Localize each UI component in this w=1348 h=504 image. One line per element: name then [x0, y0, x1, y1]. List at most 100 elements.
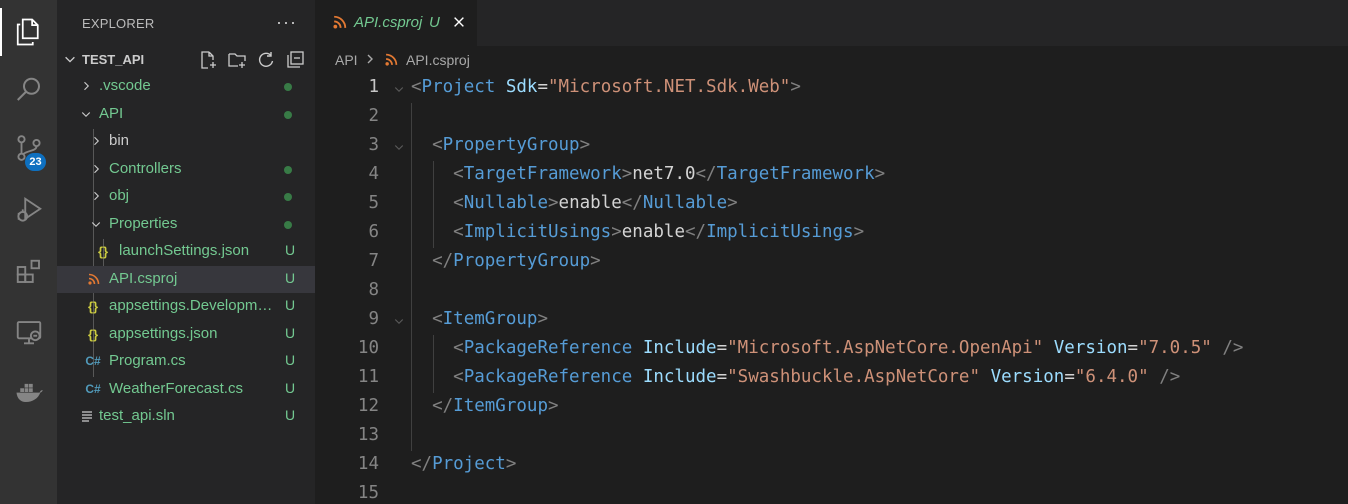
new-file-icon[interactable] [197, 49, 219, 71]
tree-item-label: .vscode [99, 77, 151, 94]
code-line[interactable]: 2 [315, 103, 1348, 132]
token-str: "7.0.5" [1138, 338, 1212, 358]
token-punc: /> [1222, 338, 1244, 358]
csharp-file-icon: C# [85, 382, 101, 396]
search-icon[interactable] [0, 62, 57, 118]
code-line[interactable]: 6 <ImplicitUsings>enable</ImplicitUsings… [315, 219, 1348, 248]
token-punc: < [453, 193, 464, 213]
git-status-untracked: U [285, 270, 296, 286]
code-line[interactable]: 7 </PropertyGroup> [315, 248, 1348, 277]
line-number: 11 [357, 367, 379, 387]
token-punc: > [611, 222, 622, 242]
fold-chevron-icon[interactable] [393, 80, 405, 93]
more-actions-icon[interactable]: ··· [276, 12, 297, 33]
line-number: 12 [357, 396, 379, 416]
code-line[interactable]: 8 [315, 277, 1348, 306]
code-line[interactable]: 4 <TargetFramework>net7.0</TargetFramewo… [315, 161, 1348, 190]
fold-chevron-icon[interactable] [393, 312, 405, 325]
run-debug-icon[interactable] [0, 182, 57, 238]
code-line[interactable]: 10 <PackageReference Include="Microsoft.… [315, 335, 1348, 364]
code-line[interactable]: 9 <ItemGroup> [315, 306, 1348, 335]
code-line[interactable]: 14 </Project> [315, 451, 1348, 480]
token-txt: = [716, 338, 728, 358]
code-line[interactable]: 11 <PackageReference Include="Swashbuckl… [315, 364, 1348, 393]
collapse-all-icon[interactable] [284, 49, 306, 71]
remote-explorer-icon[interactable] [0, 304, 57, 360]
tree-item-label: Properties [109, 215, 178, 232]
tree-item-label: API.csproj [109, 270, 178, 287]
code-editor[interactable]: 1 <Project Sdk="Microsoft.NET.Sdk.Web"> 2 3… [315, 74, 1348, 504]
token-tag: TargetFramework [716, 164, 875, 184]
tree-item-api[interactable]: API [57, 101, 315, 128]
tree-item-controllers[interactable]: Controllers [57, 156, 315, 183]
fold-chevron-icon[interactable] [393, 138, 405, 151]
token-attr: Version [990, 367, 1065, 387]
chevron-right-icon [364, 51, 376, 70]
code-text: <TargetFramework>net7.0</TargetFramework… [411, 164, 885, 184]
tree-item-test-api-sln[interactable]: test_api.sln U [57, 403, 315, 430]
code-line[interactable]: 15 [315, 480, 1348, 504]
chevron-right-icon [89, 133, 103, 149]
workspace-title: TEST_API [82, 52, 145, 67]
token-punc: < [432, 309, 443, 329]
code-line[interactable]: 3 <PropertyGroup> [315, 132, 1348, 161]
code-line[interactable]: 5 <Nullable>enable</Nullable> [315, 190, 1348, 219]
close-icon[interactable] [450, 13, 468, 31]
git-status-untracked: U [285, 380, 296, 396]
git-status-untracked: U [285, 242, 296, 258]
explorer-icon[interactable] [0, 4, 57, 60]
tree-item-program-cs[interactable]: C# Program.cs U [57, 348, 315, 375]
tree-item-properties[interactable]: Properties [57, 211, 315, 238]
tree-item-label: Controllers [109, 160, 182, 177]
line-number: 13 [357, 425, 379, 445]
code-line[interactable]: 12 </ItemGroup> [315, 393, 1348, 422]
token-attr: Include [642, 338, 717, 358]
tree-item-appsettings-development[interactable]: {} appsettings.Development.json U [57, 293, 315, 320]
modified-dot [284, 111, 292, 119]
tree-item-api-csproj[interactable]: API.csproj U [57, 266, 315, 293]
refresh-icon[interactable] [255, 49, 277, 71]
tree-item-launchsettings[interactable]: {} launchSettings.json U [57, 238, 315, 265]
token-txt: enable [621, 222, 685, 242]
source-control-icon[interactable]: 23 [0, 120, 57, 176]
token-tag: Project [432, 454, 506, 474]
token-punc: > [590, 251, 601, 271]
line-number: 3 [368, 135, 379, 155]
token-str: "Swashbuckle.AspNetCore" [727, 367, 981, 387]
code-text: <Nullable>enable</Nullable> [411, 193, 738, 213]
code-text: <Project Sdk="Microsoft.NET.Sdk.Web"> [411, 77, 801, 97]
token-tag: TargetFramework [463, 164, 622, 184]
rss-file-icon [86, 270, 102, 288]
tree-item-obj[interactable]: obj [57, 183, 315, 210]
token-punc: < [453, 222, 464, 242]
token-txt: = [716, 367, 728, 387]
chevron-down-icon [63, 52, 77, 69]
workspace-section-header[interactable]: TEST_API [57, 46, 315, 73]
code-text: </ItemGroup> [411, 396, 558, 416]
tree-item-appsettings[interactable]: {} appsettings.json U [57, 321, 315, 348]
tab-api-csproj[interactable]: API.csproj U [315, 0, 477, 46]
code-text: </PropertyGroup> [411, 251, 601, 271]
json-file-icon: {} [87, 326, 99, 342]
tree-item-weatherforecast-cs[interactable]: C# WeatherForecast.cs U [57, 376, 315, 403]
line-number: 5 [368, 193, 379, 213]
tree-item-bin[interactable]: bin [57, 128, 315, 155]
code-line[interactable]: 13 [315, 422, 1348, 451]
code-line[interactable]: 1 <Project Sdk="Microsoft.NET.Sdk.Web"> [315, 74, 1348, 103]
breadcrumb-file[interactable]: API.csproj [406, 52, 470, 68]
extensions-icon[interactable] [0, 244, 57, 300]
new-folder-icon[interactable] [226, 49, 248, 71]
breadcrumb-folder[interactable]: API [335, 52, 358, 68]
docker-icon[interactable] [0, 364, 57, 420]
tree-item-vscode[interactable]: .vscode [57, 73, 315, 100]
code-text: <PropertyGroup> [411, 135, 590, 155]
token-tag: ImplicitUsings [463, 222, 612, 242]
modified-dot [284, 193, 292, 201]
